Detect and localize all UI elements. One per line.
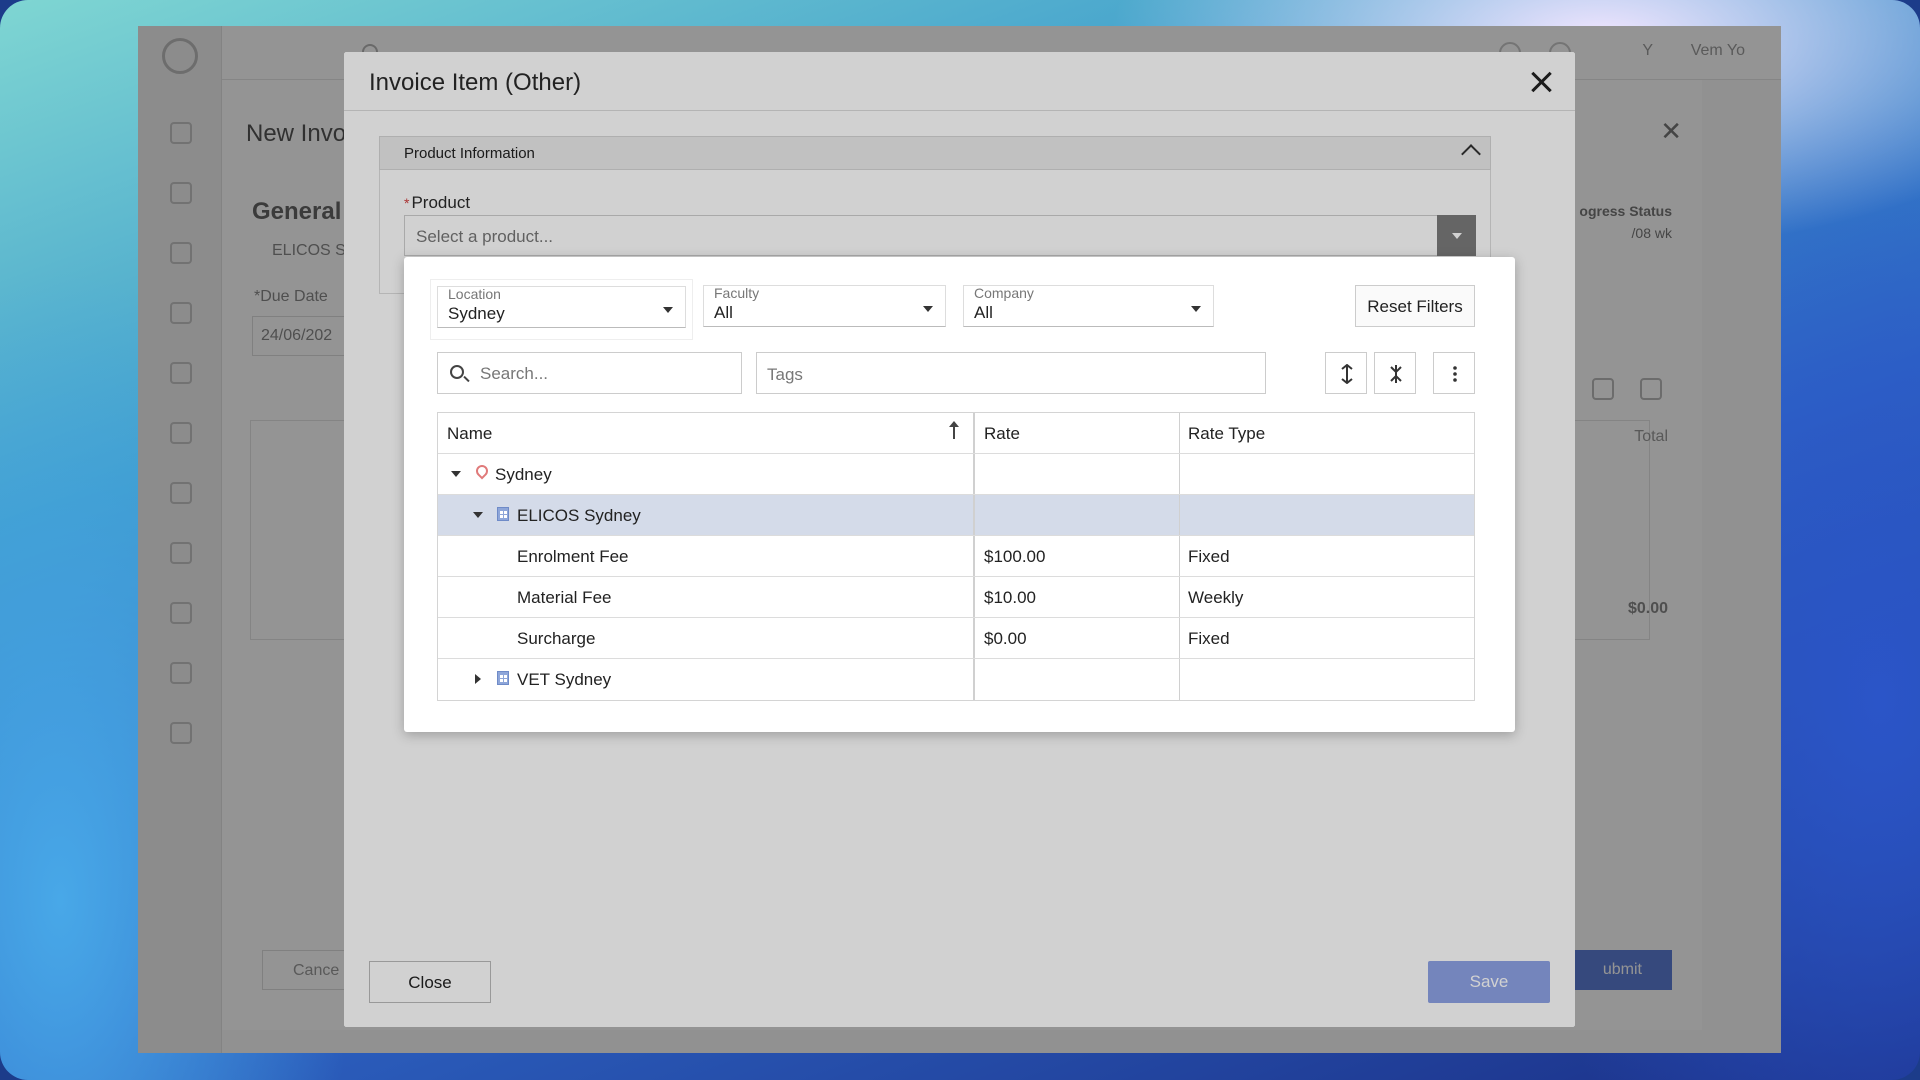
row-rate-type-cell: Fixed xyxy=(1188,629,1230,648)
product-information-header[interactable]: Product Information xyxy=(379,136,1491,170)
search-placeholder: Search... xyxy=(480,364,549,383)
row-rate-type-cell xyxy=(1180,495,1474,535)
row-name: Enrolment Fee xyxy=(517,547,629,566)
row-name-cell: ELICOS Sydney xyxy=(438,495,975,535)
search-icon xyxy=(450,365,464,379)
expand-all-icon xyxy=(1341,364,1353,384)
location-filter-label: Location xyxy=(448,286,501,302)
faculty-filter-value: All xyxy=(714,303,733,322)
faculty-filter-label: Faculty xyxy=(714,285,760,301)
collapse-all-button[interactable] xyxy=(1374,352,1416,394)
close-button[interactable]: Close xyxy=(369,961,491,1003)
location-filter-highlight: Location Sydney xyxy=(430,279,693,340)
company-filter-label: Company xyxy=(974,285,1034,301)
chevron-up-icon[interactable] xyxy=(1461,144,1481,164)
name-column-header[interactable]: Name xyxy=(438,413,975,453)
reset-filters-button[interactable]: Reset Filters xyxy=(1355,285,1475,327)
row-rate-cell xyxy=(975,495,1180,535)
row-rate-cell: $100.00 xyxy=(975,536,1180,576)
tree-row-location[interactable]: Sydney xyxy=(438,454,1474,495)
row-rate-type-cell: Weekly xyxy=(1188,588,1244,607)
row-rate-cell xyxy=(975,454,1180,494)
row-rate-cell: $0.00 xyxy=(975,618,1180,658)
tree-row-product[interactable]: Surcharge $0.00 Fixed xyxy=(438,618,1474,659)
building-icon xyxy=(497,507,509,521)
tree-row-faculty[interactable]: VET Sydney xyxy=(438,659,1474,700)
caret-down-icon xyxy=(1191,306,1201,312)
row-name: Surcharge xyxy=(517,629,596,648)
tags-placeholder: Tags xyxy=(767,365,803,384)
row-name: Material Fee xyxy=(517,588,612,607)
row-name: Sydney xyxy=(495,465,552,484)
row-name: ELICOS Sydney xyxy=(517,506,641,525)
location-filter-value: Sydney xyxy=(448,304,505,323)
save-button[interactable]: Save xyxy=(1428,961,1550,1003)
collapse-toggle-icon[interactable] xyxy=(473,512,483,518)
company-filter-value: All xyxy=(974,303,993,322)
row-name-cell: Material Fee xyxy=(438,577,975,617)
row-rate-type-cell: Fixed xyxy=(1188,547,1230,566)
row-name-cell: Sydney xyxy=(438,454,975,494)
row-rate-cell: $10.00 xyxy=(975,577,1180,617)
row-name: VET Sydney xyxy=(517,670,612,689)
rate-column-header[interactable]: Rate xyxy=(975,413,1180,453)
section-title: Product Information xyxy=(404,145,535,162)
collapse-all-icon xyxy=(1390,365,1402,383)
faculty-filter[interactable]: Faculty All xyxy=(703,285,946,327)
expand-toggle-icon[interactable] xyxy=(475,674,481,684)
building-icon xyxy=(497,671,509,685)
row-rate-type-cell xyxy=(1180,454,1474,494)
name-column-label: Name xyxy=(447,424,493,443)
tree-row-product[interactable]: Material Fee $10.00 Weekly xyxy=(438,577,1474,618)
row-rate-type-cell xyxy=(1180,659,1474,700)
divider xyxy=(344,110,1575,111)
invoice-item-modal: Invoice Item (Other) Product Information… xyxy=(344,52,1575,1027)
row-rate-cell xyxy=(975,659,1180,700)
expand-all-button[interactable] xyxy=(1325,352,1367,394)
product-label-text: Product xyxy=(411,193,471,212)
product-select[interactable]: Select a product... xyxy=(404,215,1476,256)
product-tree-grid: Name Rate Rate Type Sydney ELICOS Sydney… xyxy=(437,412,1475,701)
row-name-cell: Enrolment Fee xyxy=(438,536,975,576)
row-name-cell: Surcharge xyxy=(438,618,975,658)
tree-row-product[interactable]: Enrolment Fee $100.00 Fixed xyxy=(438,536,1474,577)
search-input[interactable]: Search... xyxy=(437,352,742,394)
more-vertical-icon xyxy=(1453,366,1457,382)
modal-title: Invoice Item (Other) xyxy=(369,69,582,96)
sort-ascending-icon[interactable] xyxy=(949,421,959,439)
tree-row-faculty[interactable]: ELICOS Sydney xyxy=(438,495,1474,536)
rate-type-column-header[interactable]: Rate Type xyxy=(1180,413,1474,453)
grid-header-row: Name Rate Rate Type xyxy=(438,413,1474,454)
location-pin-icon xyxy=(473,462,491,480)
product-placeholder: Select a product... xyxy=(416,227,554,246)
product-picker-popup: Location Sydney Faculty All Company All … xyxy=(404,257,1515,732)
tags-input[interactable]: Tags xyxy=(756,352,1266,394)
dropdown-toggle-button[interactable] xyxy=(1437,215,1476,256)
close-icon[interactable] xyxy=(1527,68,1555,96)
caret-down-icon xyxy=(663,307,673,313)
row-name-cell: VET Sydney xyxy=(438,659,975,700)
company-filter[interactable]: Company All xyxy=(963,285,1214,327)
caret-down-icon xyxy=(923,306,933,312)
product-label: * Product xyxy=(404,193,471,212)
location-filter[interactable]: Location Sydney xyxy=(437,286,686,328)
more-options-button[interactable] xyxy=(1433,352,1475,394)
collapse-toggle-icon[interactable] xyxy=(451,471,461,477)
